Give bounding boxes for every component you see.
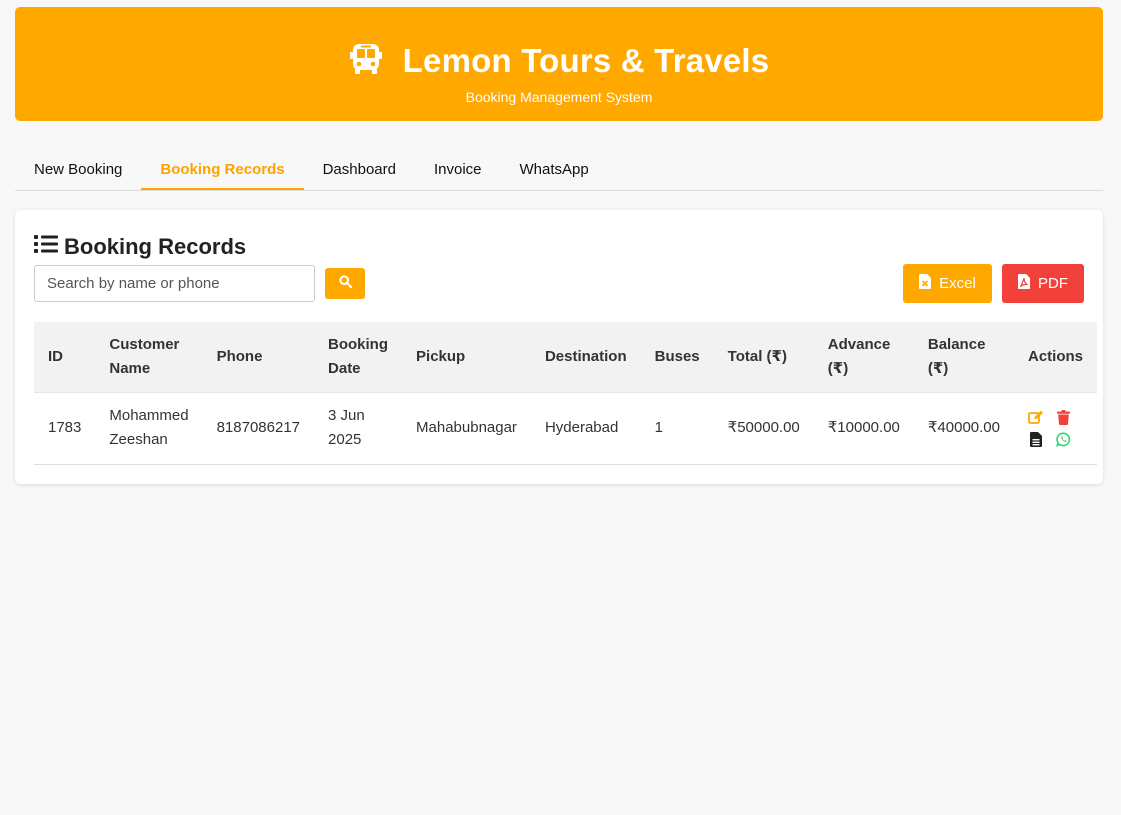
section-title: Booking Records [34, 232, 246, 262]
header-title-row: Lemon Tours & Travels [15, 40, 1103, 82]
table-row: 1783 Mohammed Zeeshan 8187086217 3 Jun 202… [34, 392, 1097, 464]
export-excel-label: Excel [939, 275, 976, 292]
file-pdf-icon [1018, 274, 1030, 293]
edit-icon[interactable] [1028, 409, 1044, 425]
bookings-table: ID Customer Name Phone Booking Date Pickup… [34, 322, 1097, 465]
export-excel-button[interactable]: Excel [903, 264, 992, 303]
cell-date: 3 Jun 2025 [328, 407, 365, 448]
cell-phone: 8187086217 [216, 419, 301, 436]
section-title-text: Booking Records [64, 234, 247, 259]
bus-icon [349, 42, 383, 81]
column-header-pickup[interactable]: Pickup [402, 322, 531, 392]
delete-icon[interactable] [1056, 409, 1072, 425]
list-icon [34, 234, 58, 260]
app-header: Lemon Tours & Travels Booking Management… [15, 7, 1103, 121]
app-title: Lemon Tours & Travels [402, 42, 770, 79]
booking-records-card: Booking Records Excel PDF [15, 210, 1103, 484]
row-actions [1028, 409, 1083, 447]
export-pdf-label: PDF [1038, 275, 1068, 292]
cell-advance: ₹10000.00 [827, 419, 900, 436]
column-header-total[interactable]: Total (₹) [714, 322, 814, 392]
whatsapp-icon[interactable] [1056, 431, 1072, 447]
tab-whatsapp[interactable]: WhatsApp [501, 150, 608, 190]
cell-customer: Mohammed Zeeshan [109, 407, 189, 448]
column-header-id[interactable]: ID [34, 322, 95, 392]
app-subtitle: Booking Management System [465, 89, 653, 105]
main-tabs: New Booking Booking Records Dashboard In… [15, 150, 1103, 191]
file-excel-icon [919, 274, 932, 293]
cell-balance: ₹40000.00 [927, 419, 1000, 436]
invoice-icon[interactable] [1028, 431, 1044, 447]
column-header-balance[interactable]: Balance (₹) [914, 322, 1014, 392]
cell-pickup: Mahabubnagar [416, 419, 517, 436]
tab-booking-records[interactable]: Booking Records [141, 150, 304, 190]
export-pdf-button[interactable]: PDF [1002, 264, 1084, 303]
column-header-advance[interactable]: Advance (₹) [814, 322, 914, 392]
tab-dashboard[interactable]: Dashboard [304, 150, 415, 190]
column-header-phone[interactable]: Phone [203, 322, 314, 392]
tab-new-booking[interactable]: New Booking [15, 150, 141, 190]
column-header-buses[interactable]: Buses [641, 322, 714, 392]
column-header-actions: Actions [1027, 347, 1083, 365]
cell-buses: 1 [654, 419, 663, 436]
cell-id: 1783 [48, 419, 82, 436]
search-input[interactable] [34, 265, 315, 302]
column-header-destination[interactable]: Destination [531, 322, 641, 392]
search-icon [338, 274, 352, 293]
cell-total: ₹50000.00 [727, 419, 800, 436]
search-button[interactable] [325, 268, 365, 299]
tab-invoice[interactable]: Invoice [415, 150, 501, 190]
table-header-row: ID Customer Name Phone Booking Date Pickup… [34, 322, 1097, 392]
cell-actions [1014, 392, 1097, 464]
cell-destination: Hyderabad [544, 419, 619, 436]
column-header-date[interactable]: Booking Date [314, 322, 402, 392]
column-header-customer[interactable]: Customer Name [95, 322, 202, 392]
